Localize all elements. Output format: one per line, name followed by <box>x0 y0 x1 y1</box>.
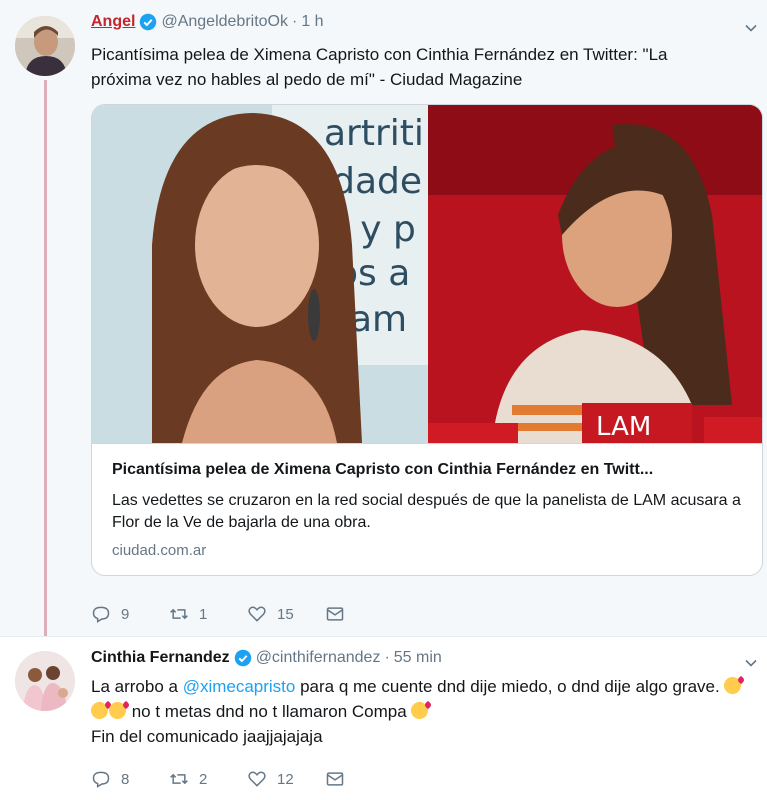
text-segment: La arrobo a <box>91 677 183 696</box>
retweet-icon <box>170 773 188 785</box>
card-image: artriti edade s y p os a am LAM <box>92 105 762 443</box>
tweet-actions: 9 1 15 <box>91 604 355 624</box>
card-title: Picantísima pelea de Ximena Capristo con… <box>112 461 654 478</box>
retweet-count: 1 <box>199 605 208 623</box>
dm-button[interactable] <box>325 769 355 789</box>
envelope-icon <box>326 772 344 786</box>
verified-badge-icon <box>139 13 157 31</box>
tweet-actions: 8 2 12 <box>91 769 355 789</box>
text-segment: para q me cuente dnd dije miedo, o dnd d… <box>295 677 725 696</box>
like-count: 15 <box>277 605 294 623</box>
reply-button[interactable]: 9 <box>91 604 169 624</box>
tweet-header: Cinthia Fernandez @cinthifernandez · 55 … <box>91 649 442 667</box>
card-image-word: artriti <box>324 113 424 154</box>
separator: · <box>291 13 298 30</box>
retweet-button[interactable]: 2 <box>169 769 247 789</box>
text-segment: Fin del comunicado jaajjajajaja <box>91 727 323 746</box>
mention-link[interactable]: @ximecapristo <box>183 677 296 696</box>
like-button[interactable]: 12 <box>247 769 325 789</box>
heart-icon <box>248 771 266 787</box>
kissing-face-emoji-icon <box>109 702 126 719</box>
text-segment: no t metas dnd no t llamaron Compa <box>127 702 412 721</box>
card-body: Picantísima pelea de Ximena Capristo con… <box>92 443 762 575</box>
reply-button[interactable]: 8 <box>91 769 169 789</box>
timestamp[interactable]: 55 min <box>394 649 442 667</box>
kissing-face-emoji-icon <box>91 702 108 719</box>
reply-count: 9 <box>121 605 130 623</box>
tweet-angel[interactable]: Angel @AngeldebritoOk · 1 h Picantísima … <box>0 0 767 640</box>
retweet-button[interactable]: 1 <box>169 604 247 624</box>
dm-button[interactable] <box>325 604 355 624</box>
chevron-down-icon[interactable] <box>743 20 759 36</box>
card-domain: ciudad.com.ar <box>112 542 207 559</box>
author-handle[interactable]: @cinthifernandez <box>256 649 381 667</box>
author-handle[interactable]: @AngeldebritoOk <box>161 13 288 31</box>
card-image-logo: LAM <box>596 412 651 442</box>
timestamp[interactable]: 1 h <box>301 13 323 31</box>
winking-kiss-emoji-icon <box>411 702 429 719</box>
verified-badge-icon <box>234 649 252 667</box>
reply-icon <box>92 771 110 788</box>
envelope-icon <box>326 607 344 621</box>
retweet-icon <box>170 608 188 620</box>
thread-line <box>44 80 47 640</box>
separator: · <box>384 649 390 666</box>
chevron-down-icon[interactable] <box>743 655 759 671</box>
tweet-text: La arrobo a @ximecapristo para q me cuen… <box>91 674 751 749</box>
tweet-text: Picantísima pelea de Ximena Capristo con… <box>91 45 668 89</box>
card-description: Las vedettes se cruzaron en la red socia… <box>112 492 741 531</box>
like-count: 12 <box>277 770 294 788</box>
author-name[interactable]: Cinthia Fernandez <box>91 649 230 667</box>
heart-icon <box>248 606 266 622</box>
retweet-count: 2 <box>199 770 208 788</box>
reply-icon <box>92 606 110 623</box>
reply-count: 8 <box>121 770 130 788</box>
kissing-face-emoji-icon <box>724 677 742 694</box>
like-button[interactable]: 15 <box>247 604 325 624</box>
link-card[interactable]: artriti edade s y p os a am LAM Picantís… <box>91 104 763 576</box>
card-image-word: am <box>350 299 407 340</box>
avatar[interactable] <box>15 651 75 711</box>
tweet-cinthia[interactable]: Cinthia Fernandez @cinthifernandez · 55 … <box>0 636 767 800</box>
avatar[interactable] <box>15 16 75 76</box>
tweet-header: Angel @AngeldebritoOk · 1 h <box>91 13 324 31</box>
author-name[interactable]: Angel <box>91 13 135 31</box>
